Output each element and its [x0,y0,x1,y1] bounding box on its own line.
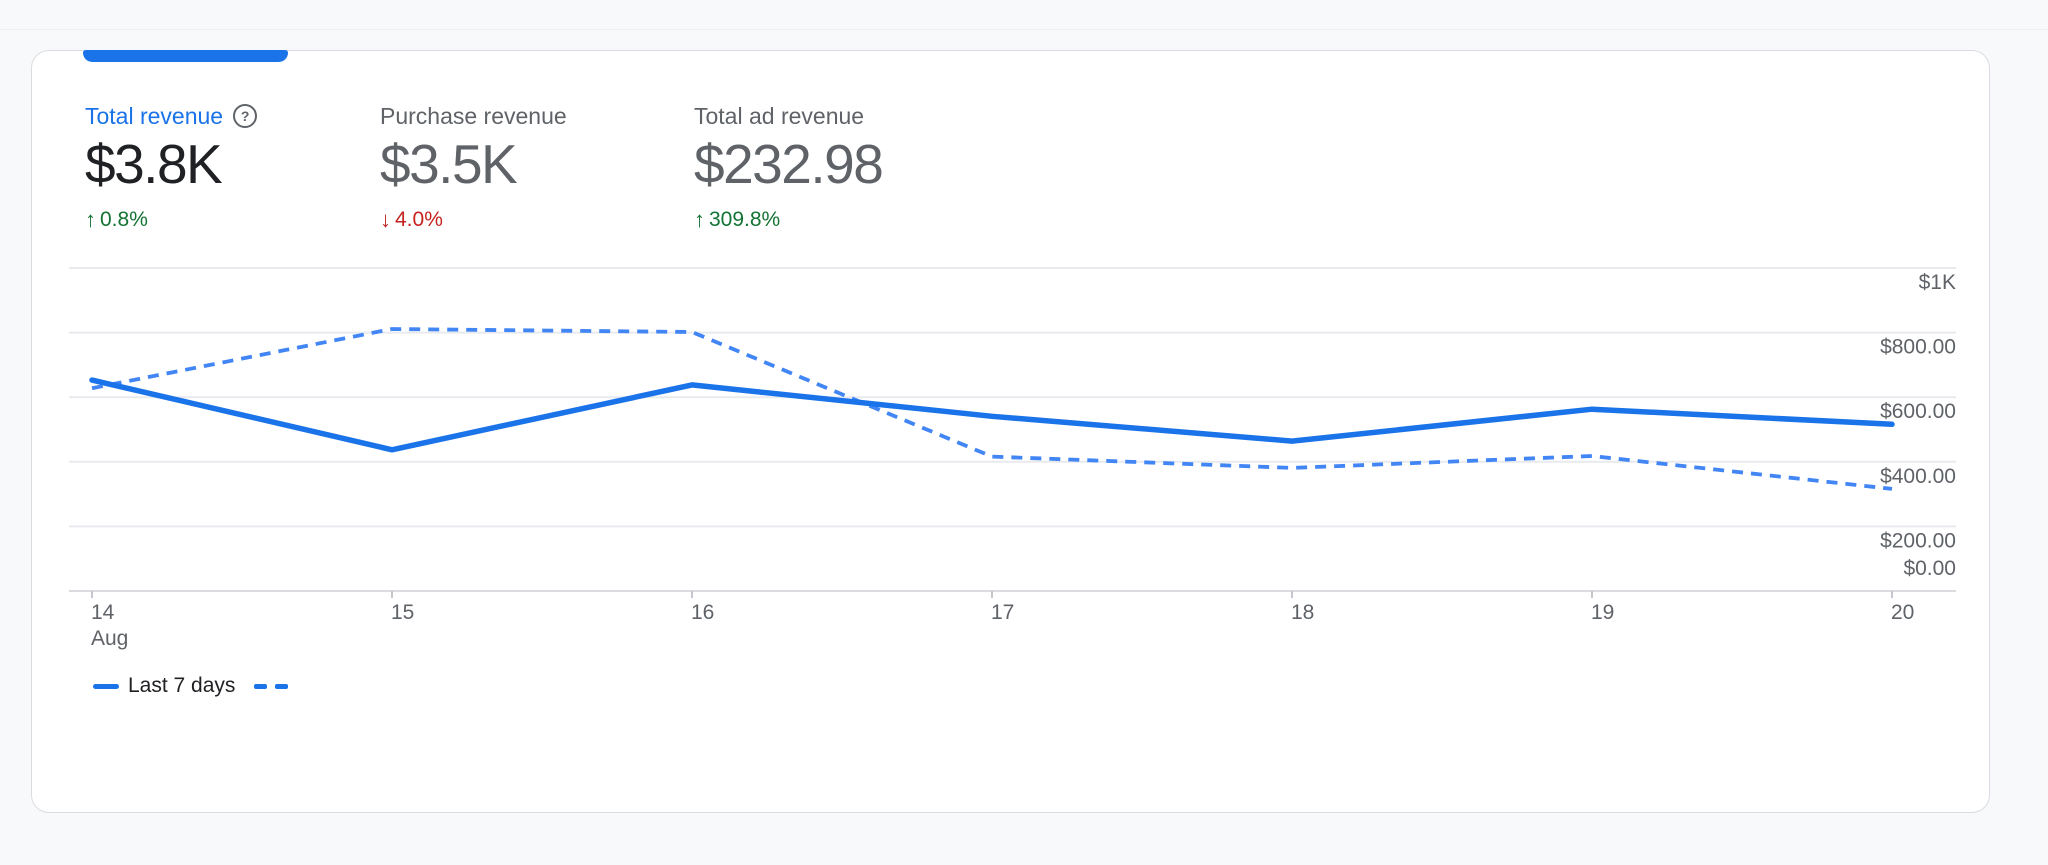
legend-dashed-line-icon [275,684,288,689]
y-axis-label: $400.00 [1880,465,1956,488]
x-axis-label: 15 [391,601,414,624]
x-axis-label: 19 [1591,601,1614,624]
revenue-line-chart[interactable]: $1K $800.00 $600.00 $400.00 $200.00 $0.00 14 15… [32,51,1989,812]
x-axis-label: 17 [991,601,1014,624]
x-axis-label: 14 [91,601,115,624]
chart-legend: Last 7 days [93,672,288,700]
series-line-solid[interactable] [92,380,1892,450]
y-axis-label: $0.00 [1903,557,1956,580]
legend-label: Last 7 days [128,674,235,698]
y-axis-label: $600.00 [1880,400,1956,423]
x-axis-sublabel: Aug [91,627,128,650]
legend-solid-line-icon [93,684,119,689]
y-axis-label: $200.00 [1880,529,1956,552]
revenue-summary-card: Total revenue ? $3.8K ↑ 0.8% Purchase re… [31,50,1990,813]
y-axis-label: $1K [1919,271,1956,294]
page-background: Total revenue ? $3.8K ↑ 0.8% Purchase re… [0,0,2048,865]
y-axis-label: $800.00 [1880,336,1956,359]
top-divider [0,29,2048,30]
legend-dashed-line-icon [254,684,267,689]
x-axis-label: 18 [1291,601,1314,624]
x-axis-label: 16 [691,601,714,624]
x-axis-label: 20 [1891,601,1914,624]
